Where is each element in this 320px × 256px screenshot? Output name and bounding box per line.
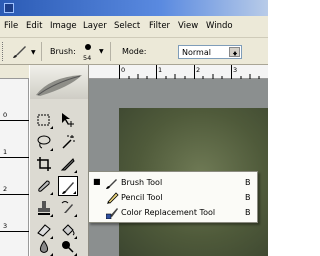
dodge-tool[interactable] [58, 237, 78, 256]
move-tool[interactable] [58, 110, 78, 130]
mode-label: Mode: [122, 47, 147, 56]
mode-select[interactable]: Normal [178, 45, 242, 59]
crop-icon [37, 157, 51, 171]
menu-window[interactable]: Windo [206, 21, 233, 31]
menu-view[interactable]: View [178, 21, 198, 31]
vertical-ruler[interactable]: 0 1 2 3 [0, 79, 29, 256]
ruler-h-label-3: 3 [233, 66, 238, 74]
options-divider [110, 42, 111, 61]
tool-flyout-corner-icon [50, 126, 53, 129]
menu-filter[interactable]: Filter [149, 21, 170, 31]
brush-tip-icon [85, 44, 91, 50]
flyout-item-pencil-tool[interactable]: Pencil Tool B [89, 190, 257, 205]
brush-size: 54 [83, 54, 92, 62]
brush-label: Brush: [50, 47, 76, 56]
flyout-label: Pencil Tool [121, 193, 163, 202]
tool-flyout-corner-icon [73, 191, 76, 194]
mode-dropdown-button[interactable] [229, 47, 240, 57]
ruler-v-label-2: 2 [3, 185, 8, 193]
flyout-item-brush-tool[interactable]: ■ Brush Tool B [89, 175, 257, 190]
blur-tool[interactable] [34, 237, 54, 256]
menu-image[interactable]: Image [50, 21, 77, 31]
magic-wand-tool[interactable] [58, 132, 78, 152]
clone-stamp-tool[interactable] [34, 198, 54, 218]
selected-bullet-icon: ■ [93, 177, 101, 186]
tool-flyout-corner-icon [50, 148, 53, 151]
flyout-label: Color Replacement Tool [121, 208, 216, 217]
healing-brush-tool[interactable] [34, 176, 54, 196]
horizontal-ruler[interactable]: 0 1 2 3 [89, 65, 268, 79]
brush-tool-flyout-menu: ■ Brush Tool B Pencil Tool B Color Repla… [88, 171, 258, 223]
ruler-v-label-0: 0 [3, 111, 8, 119]
tool-preset-arrow-icon[interactable]: ▼ [31, 50, 36, 56]
options-bar: ▼ Brush: 54 ▼ Mode: Normal [0, 38, 268, 65]
brush-picker-arrow-icon[interactable]: ▼ [99, 49, 104, 55]
ruler-h-label-0: 0 [121, 66, 126, 74]
flyout-shortcut: B [245, 193, 251, 202]
brush-icon [106, 179, 117, 189]
horizontal-ruler-ticks [119, 65, 260, 79]
flyout-shortcut: B [245, 178, 251, 187]
pencil-icon [107, 192, 119, 204]
ruler-corner[interactable] [0, 65, 29, 79]
flyout-label: Brush Tool [121, 178, 163, 187]
title-bar [0, 0, 268, 16]
tool-flyout-corner-icon [74, 170, 77, 173]
menu-file[interactable]: File [4, 21, 18, 31]
mode-value: Normal [182, 48, 211, 57]
lasso-tool[interactable] [34, 132, 54, 152]
menu-select[interactable]: Select [114, 21, 140, 31]
ruler-v-label-1: 1 [3, 148, 8, 156]
menu-bar: File Edit Image Layer Select Filter View… [0, 16, 268, 38]
brush-tool-button[interactable] [58, 176, 78, 196]
ruler-h-label-2: 2 [196, 66, 201, 74]
ruler-h-label-1: 1 [158, 66, 163, 74]
options-grip[interactable] [2, 42, 4, 61]
magic-wand-icon [62, 135, 75, 149]
brush-preview[interactable] [83, 43, 93, 53]
feather-logo-icon [36, 75, 82, 96]
crop-tool[interactable] [34, 154, 54, 174]
tool-flyout-corner-icon [50, 192, 53, 195]
menu-edit[interactable]: Edit [26, 21, 42, 31]
menu-layer[interactable]: Layer [83, 21, 107, 31]
app-icon[interactable] [4, 3, 14, 13]
options-divider [41, 42, 42, 61]
move-icon [62, 113, 74, 127]
toolbox-panel [29, 65, 89, 256]
ruler-v-label-3: 3 [3, 222, 8, 230]
brush-icon [13, 46, 26, 58]
flyout-shortcut: B [245, 208, 251, 217]
tool-flyout-corner-icon [74, 214, 77, 217]
flyout-item-color-replacement-tool[interactable]: Color Replacement Tool B [89, 205, 257, 220]
tool-preset-picker[interactable] [12, 43, 28, 61]
tool-flyout-corner-icon [50, 214, 53, 217]
history-brush-tool[interactable] [58, 198, 78, 218]
toolbox-header[interactable] [30, 65, 88, 99]
marquee-tool[interactable] [34, 110, 54, 130]
color-replacement-icon [106, 208, 118, 219]
slice-tool[interactable] [58, 154, 78, 174]
